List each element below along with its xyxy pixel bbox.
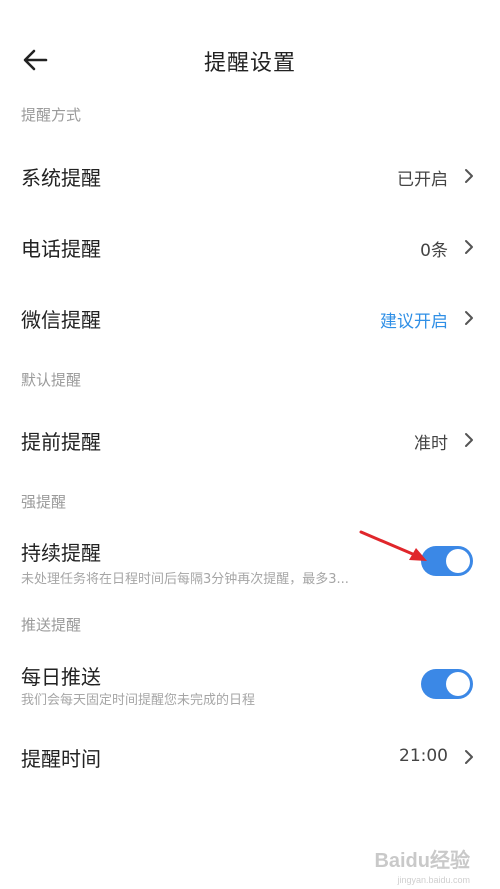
chevron-right-icon (465, 169, 473, 183)
watermark-brand: Baidu经验 (374, 850, 470, 872)
chevron-right-icon (465, 240, 473, 254)
row-advance-reminder[interactable]: 提前提醒 准时 (0, 409, 500, 469)
toggle-knob (446, 549, 470, 573)
row-title: 持续提醒 (21, 541, 101, 565)
section-label-default: 默认提醒 (21, 371, 82, 389)
row-title: 电话提醒 (21, 237, 101, 261)
row-value: 0条 (420, 241, 448, 261)
row-value: 准时 (414, 434, 448, 454)
row-title: 每日推送 (21, 665, 101, 689)
row-wechat-reminder[interactable]: 微信提醒 建议开启 (0, 287, 500, 347)
row-title: 提前提醒 (21, 430, 101, 454)
page-title: 提醒设置 (203, 51, 296, 76)
daily-push-toggle[interactable] (421, 669, 473, 699)
chevron-right-icon (465, 311, 473, 325)
row-phone-reminder[interactable]: 电话提醒 0条 (0, 216, 500, 276)
row-subtitle: 未处理任务将在日程时间后每隔3分钟再次提醒，最多3... (21, 572, 349, 587)
chevron-right-icon (465, 433, 473, 447)
section-label-strong: 强提醒 (21, 493, 67, 511)
row-value: 已开启 (397, 170, 448, 190)
row-system-reminder[interactable]: 系统提醒 已开启 (0, 145, 500, 205)
chevron-right-icon (465, 750, 473, 764)
row-title: 提醒时间 (21, 747, 101, 771)
section-label-method: 提醒方式 (21, 106, 82, 124)
toggle-knob (446, 672, 470, 696)
annotation-arrow-icon (359, 530, 427, 561)
row-subtitle: 我们会每天固定时间提醒您未完成的日程 (21, 693, 256, 708)
row-title: 系统提醒 (21, 166, 101, 190)
watermark-url: jingyan.baidu.com (397, 875, 470, 885)
row-value-suggest: 建议开启 (380, 312, 448, 332)
row-daily-push: 每日推送 我们会每天固定时间提醒您未完成的日程 (0, 654, 500, 718)
top-bar: 提醒设置 (0, 0, 500, 120)
row-reminder-time[interactable]: 提醒时间 21:00 (0, 726, 500, 786)
section-label-push: 推送提醒 (21, 616, 82, 634)
row-value: 21:00 (399, 746, 448, 766)
row-title: 微信提醒 (21, 308, 101, 332)
